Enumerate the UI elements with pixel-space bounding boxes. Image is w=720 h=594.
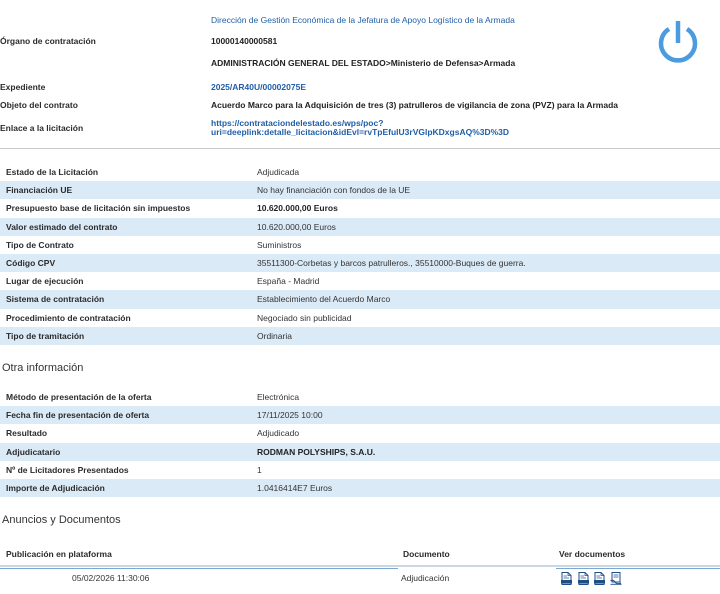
docs-col-documento: Documento [403, 549, 450, 559]
row-value: Suministros [257, 239, 302, 250]
row-value: Establecimiento del Acuerdo Marco [257, 294, 391, 305]
table-row: Lugar de ejecución España - Madrid [0, 272, 720, 290]
row-value: No hay financiación con fondos de la UE [257, 185, 411, 196]
anuncios-title: Anuncios y Documentos [2, 514, 121, 526]
organo-label: Órgano de contratación [0, 36, 96, 46]
otra-informacion-title: Otra información [2, 362, 84, 374]
row-label: Adjudicatario [6, 446, 61, 457]
table-row: Tipo de tramitación Ordinaria [0, 326, 720, 345]
table-row: Importe de Adjudicación 1.0416414E7 Euros [0, 478, 720, 498]
expediente-label: Expediente [0, 82, 46, 92]
docs-header-underline [0, 565, 720, 567]
row-label: Procedimiento de contratación [6, 312, 131, 323]
row-label: Sistema de contratación [6, 294, 105, 305]
row-label: Valor estimado del contrato [6, 221, 118, 232]
table-row: Código CPV 35511300-Corbetas y barcos pat… [0, 253, 720, 273]
docs-row-documento: Adjudicación [401, 573, 450, 583]
docs-header-row: Publicación en plataforma Documento Ver … [0, 546, 720, 566]
table-row: Fecha fin de presentación de oferta 17/11… [0, 406, 720, 425]
row-label: Fecha fin de presentación de oferta [6, 410, 150, 421]
table-row: Resultado Adjudicado [0, 424, 720, 442]
header-department[interactable]: Dirección de Gestión Económica de la Jef… [211, 15, 515, 25]
row-value: RODMAN POLYSHIPS, S.A.U. [257, 446, 376, 457]
row-value: Negociado sin publicidad [257, 312, 352, 323]
row-value: 1 [257, 464, 262, 475]
docs-col-ver: Ver documentos [559, 549, 626, 559]
row-value: 1.0416414E7 Euros [257, 482, 333, 493]
table-row: Presupuesto base de licitación sin impue… [0, 199, 720, 217]
html-doc-icon[interactable] [561, 572, 572, 585]
row-value: Adjudicada [257, 167, 300, 177]
row-label: Tipo de Contrato [6, 239, 74, 250]
table-row: Estado de la Licitación Adjudicada [0, 163, 720, 181]
otra-informacion-table: Método de presentación de la oferta Elect… [0, 388, 720, 498]
power-icon[interactable] [655, 19, 701, 67]
row-label: Financiación UE [6, 185, 73, 196]
table-row: Método de presentación de la oferta Elect… [0, 388, 720, 406]
row-label: Presupuesto base de licitación sin impue… [6, 203, 191, 214]
row-value: 10.620.000,00 Euros [257, 221, 336, 232]
row-value: 17/11/2025 10:00 [257, 410, 323, 421]
row-label: Método de presentación de la oferta [6, 392, 152, 402]
enlace-link-line2[interactable]: uri=deeplink:detalle_licitacion&idEvl=rv… [211, 127, 509, 137]
row-value: Electrónica [257, 392, 300, 402]
details-table: Estado de la Licitación Adjudicada Financi… [0, 163, 720, 345]
row-label: Código CPV [6, 257, 56, 268]
row-value: Adjudicado [257, 428, 300, 439]
organo-path: ADMINISTRACIÓN GENERAL DEL ESTADO>Minist… [211, 58, 516, 68]
table-row: Procedimiento de contratación Negociado s… [0, 309, 720, 327]
table-row: Tipo de Contrato Suministros [0, 236, 720, 254]
organo-code: 10000140000581 [211, 36, 278, 46]
row-value: Ordinaria [257, 330, 292, 341]
signed-doc-icon[interactable] [610, 572, 622, 585]
table-row: Adjudicatario RODMAN POLYSHIPS, S.A.U. [0, 442, 720, 461]
table-row: Valor estimado del contrato 10.620.000,00… [0, 217, 720, 236]
objeto-label: Objeto del contrato [0, 100, 78, 110]
row-value: España - Madrid [257, 276, 320, 287]
row-label: Estado de la Licitación [6, 167, 99, 177]
objeto-value: Acuerdo Marco para la Adquisición de tre… [211, 100, 619, 110]
row-label: Resultado [6, 428, 48, 439]
expediente-value[interactable]: 2025/AR40U/00002075E [211, 82, 306, 92]
table-row: Nº de Licitadores Presentados 1 [0, 461, 720, 479]
row-label: Nº de Licitadores Presentados [6, 464, 129, 475]
docs-row-fecha: 05/02/2026 11:30:06 [72, 573, 150, 583]
table-row: Sistema de contratación Establecimiento d… [0, 290, 720, 309]
row-value: 35511300-Corbetas y barcos patrulleros.,… [257, 257, 526, 268]
xml-doc-icon[interactable] [578, 572, 589, 585]
docs-col-publicacion: Publicación en plataforma [6, 549, 112, 559]
row-label: Importe de Adjudicación [6, 482, 105, 493]
pdf-doc-icon[interactable] [594, 572, 605, 585]
row-label: Tipo de tramitación [6, 330, 85, 341]
enlace-label: Enlace a la licitación [0, 123, 84, 133]
row-value: 10.620.000,00 Euros [257, 203, 338, 214]
table-row: Financiación UE No hay financiación con f… [0, 181, 720, 200]
header-separator [0, 148, 720, 149]
row-label: Lugar de ejecución [6, 276, 84, 287]
